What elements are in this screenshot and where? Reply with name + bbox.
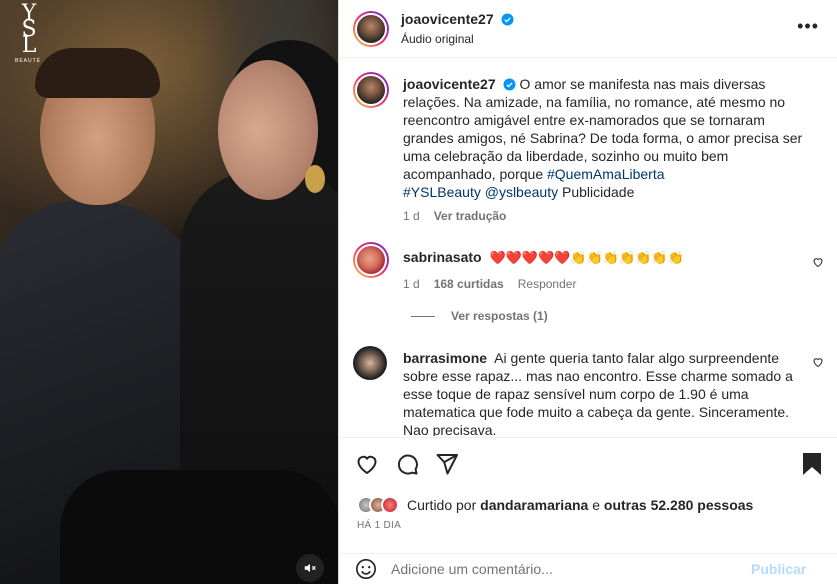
verified-badge-icon [501,13,514,26]
caption: joaovicente27 O amor se manifesta nas ma… [353,72,813,225]
mute-button[interactable] [296,554,324,582]
like-heart-icon[interactable] [355,452,379,476]
likes-text: Curtido por dandaramariana e outras 52.2… [407,497,754,513]
avatar[interactable] [353,242,389,278]
avatar[interactable] [353,72,389,108]
other-likers-link[interactable]: outras 52.280 pessoas [604,497,753,513]
post-date: HÁ 1 DIA [357,520,402,531]
ysl-beaute-label: BEAUTÉ [14,58,41,64]
comment: barrasimone Ai gente queria tanto falar … [353,346,813,436]
add-comment-bar: Adicione um comentário... Publicar [339,553,837,584]
comment-age: 1 d [403,277,420,291]
reply-button[interactable]: Responder [518,277,577,291]
emoji-icon[interactable] [355,558,377,580]
heart-icon[interactable] [812,356,824,368]
divider [411,315,435,317]
ysl-logo: YSL BEAUTÉ [12,1,44,65]
sponsored-label: Publicidade [558,184,635,200]
caption-age: 1 d [403,209,420,223]
mention-link[interactable]: @yslbeauty [485,184,558,200]
comment-username[interactable]: barrasimone [403,350,487,366]
publish-button[interactable]: Publicar [751,561,806,577]
liker-username[interactable]: dandaramariana [480,497,588,513]
post-header: joaovicente27 Áudio original ••• [339,0,837,58]
comment: sabrinasato ❤️❤️❤️❤️❤️👏👏👏👏👏👏👏 1 d 168 cur… [353,242,813,293]
comments-list: joaovicente27 O amor se manifesta nas ma… [339,58,837,436]
comment-meta: 1 d 168 curtidas Responder [403,275,813,293]
verified-badge-icon [503,78,516,91]
more-options-icon[interactable]: ••• [797,16,819,37]
caption-username[interactable]: joaovicente27 [403,76,496,92]
audio-label[interactable]: Áudio original [401,32,514,46]
likes-summary: Curtido por dandaramariana e outras 52.2… [357,496,753,514]
comment-text: ❤️❤️❤️❤️❤️👏👏👏👏👏👏👏 [489,250,684,265]
post-actions: Curtido por dandaramariana e outras 52.2… [339,437,837,553]
hashtag-link[interactable]: #QuemAmaLiberta [547,166,665,182]
earring [305,165,325,193]
speaker-muted-icon [304,563,316,573]
post-details-panel: joaovicente27 Áudio original ••• joaovic… [338,0,837,584]
view-replies-label: Ver respostas (1) [451,309,548,323]
caption-meta: 1 d Ver tradução [403,207,813,225]
comment-bubble-icon[interactable] [395,452,419,476]
man-hair [35,48,160,98]
post-video[interactable]: YSL BEAUTÉ [0,0,338,584]
comment-input[interactable]: Adicione um comentário... [391,561,751,577]
save-bookmark-icon[interactable] [801,452,823,476]
avatar[interactable] [353,10,389,47]
liker-avatar [381,496,399,514]
see-translation-link[interactable]: Ver tradução [434,209,507,223]
heart-icon[interactable] [812,256,824,268]
share-paper-plane-icon[interactable] [435,452,459,476]
ysl-monogram: YSL [21,1,36,58]
hashtag-link[interactable]: #YSLBeauty [403,184,481,200]
view-replies-button[interactable]: Ver respostas (1) [411,309,548,323]
avatar[interactable] [353,346,387,380]
comment-username[interactable]: sabrinasato [403,249,482,265]
woman-head [218,60,318,200]
comment-likes[interactable]: 168 curtidas [434,277,504,291]
author-username[interactable]: joaovicente27 [401,11,494,27]
